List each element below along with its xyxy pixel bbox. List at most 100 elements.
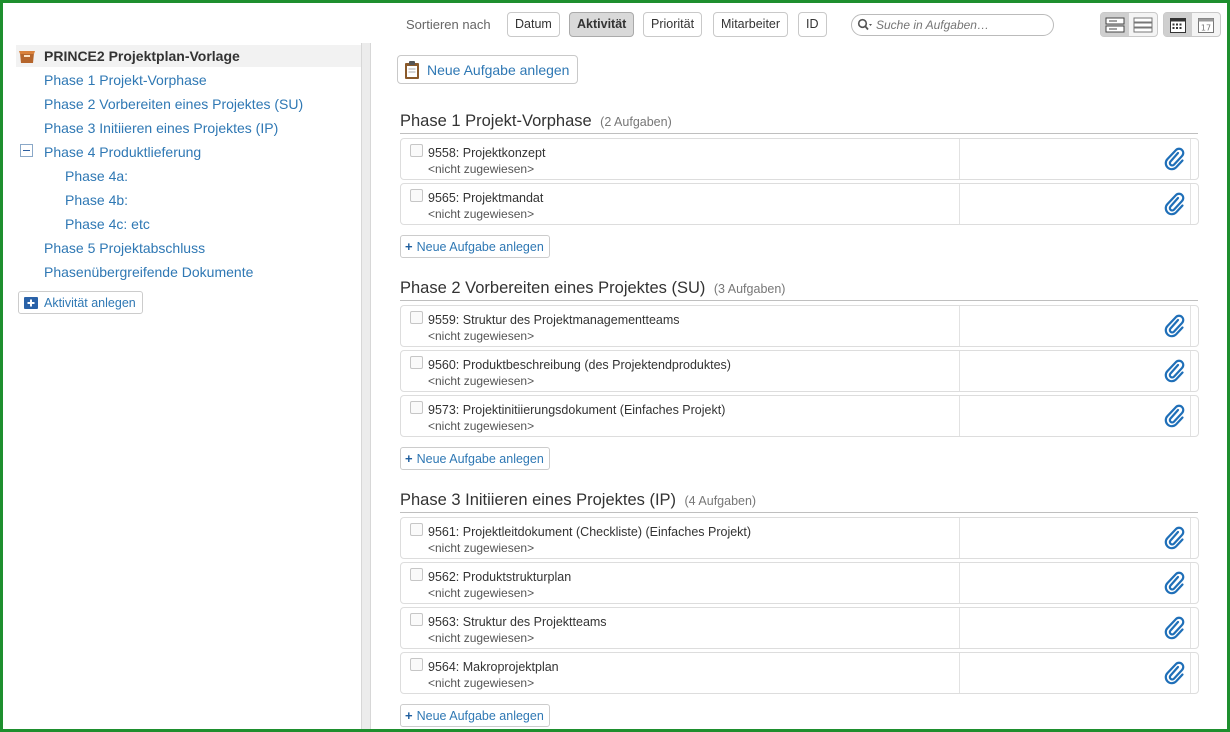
phase-task-count: (3 Aufgaben) [713,282,786,296]
add-task-button[interactable]: + Neue Aufgabe anlegen [400,704,550,727]
calendar-grid-icon [1170,17,1186,33]
add-task-button[interactable]: + Neue Aufgabe anlegen [400,235,550,258]
task-row[interactable]: 9563: Struktur des Projektteams <nicht z… [400,607,1199,649]
paperclip-icon[interactable] [1163,145,1185,171]
phase-title: Phase 1 Projekt-Vorphase [400,112,592,130]
day-view-button[interactable]: 17 [1192,13,1220,36]
calendar-day-icon: 17 [1198,17,1214,33]
task-checkbox[interactable] [410,144,423,157]
search-input[interactable] [876,17,1046,33]
sidebar-item-phase-5[interactable]: Phase 5 Projektabschluss [44,240,205,256]
search-icon [857,18,872,31]
task-row[interactable]: 9573: Projektinitiierungsdokument (Einfa… [400,395,1199,437]
toolbar: Sortieren nach Datum Aktivität Priorität… [3,3,1227,43]
task-title[interactable]: 9564: Makroprojektplan [428,660,559,674]
paperclip-icon[interactable] [1163,190,1185,216]
task-checkbox[interactable] [410,189,423,202]
list-view-button[interactable] [1129,13,1157,36]
task-assignee: <nicht zugewiesen> [428,586,535,600]
paperclip-icon[interactable] [1163,357,1185,383]
add-activity-label: Aktivität anlegen [44,295,136,310]
svg-text:17: 17 [1201,23,1211,32]
sort-datum-button[interactable]: Datum [507,12,560,37]
sidebar-item-cross-phase-docs[interactable]: Phasenübergreifende Dokumente [44,264,253,280]
task-title[interactable]: 9563: Struktur des Projektteams [428,615,607,629]
add-task-label: Neue Aufgabe anlegen [416,708,544,723]
sidebar: PRINCE2 Projektplan-Vorlage Phase 1 Proj… [3,43,361,729]
task-assignee: <nicht zugewiesen> [428,419,535,433]
sort-mitarbeiter-button[interactable]: Mitarbeiter [713,12,789,37]
sidebar-item-phase-4a[interactable]: Phase 4a: [65,168,128,184]
task-checkbox[interactable] [410,356,423,369]
task-title[interactable]: 9558: Projektkonzept [428,146,545,160]
task-title[interactable]: 9560: Produktbeschreibung (des Projekten… [428,358,731,372]
sort-label: Sortieren nach [406,17,491,32]
task-title[interactable]: 9565: Projektmandat [428,191,543,205]
task-checkbox[interactable] [410,523,423,536]
task-title[interactable]: 9561: Projektleitdokument (Checkliste) (… [428,525,751,539]
sidebar-item-phase-1[interactable]: Phase 1 Projekt-Vorphase [44,72,207,88]
new-task-button[interactable]: Neue Aufgabe anlegen [397,55,579,84]
task-assignee: <nicht zugewiesen> [428,329,535,343]
task-row[interactable]: 9558: Projektkonzept <nicht zugewiesen> [400,138,1199,180]
task-row[interactable]: 9560: Produktbeschreibung (des Projekten… [400,350,1199,392]
clipboard-icon [405,60,419,79]
search-box[interactable] [851,14,1054,36]
phase-task-count: (4 Aufgaben) [684,494,757,508]
phase-heading: Phase 2 Vorbereiten eines Projektes (SU)… [400,279,1198,301]
tree-view-icon [1105,17,1125,32]
add-task-button[interactable]: + Neue Aufgabe anlegen [400,447,550,470]
task-title[interactable]: 9562: Produktstrukturplan [428,570,571,584]
paperclip-icon[interactable] [1163,614,1185,640]
task-checkbox[interactable] [410,311,423,324]
sidebar-item-phase-3[interactable]: Phase 3 Initiieren eines Projektes (IP) [44,120,278,136]
task-assignee: <nicht zugewiesen> [428,676,535,690]
project-root[interactable]: PRINCE2 Projektplan-Vorlage [16,45,361,67]
task-row[interactable]: 9562: Produktstrukturplan <nicht zugewie… [400,562,1199,604]
sort-prioritaet-button[interactable]: Priorität [643,12,703,37]
plus-icon: + [405,239,413,254]
sidebar-item-phase-4c[interactable]: Phase 4c: etc [65,216,150,232]
task-checkbox[interactable] [410,613,423,626]
task-assignee: <nicht zugewiesen> [428,207,535,221]
task-assignee: <nicht zugewiesen> [428,541,535,555]
main-content: Neue Aufgabe anlegen Phase 1 Projekt-Vor… [371,43,1227,729]
phase-heading: Phase 3 Initiieren eines Projektes (IP) … [400,491,1198,513]
sort-aktivitaet-button[interactable]: Aktivität [569,12,635,37]
task-row[interactable]: 9564: Makroprojektplan <nicht zugewiesen… [400,652,1199,694]
add-activity-button[interactable]: Aktivität anlegen [18,291,143,314]
task-row[interactable]: 9565: Projektmandat <nicht zugewiesen> [400,183,1199,225]
paperclip-icon[interactable] [1163,312,1185,338]
calendar-view-group: 17 [1163,12,1221,37]
paperclip-icon[interactable] [1163,524,1185,550]
plus-icon: + [405,451,413,466]
task-title[interactable]: 9559: Struktur des Projektmanagementteam… [428,313,680,327]
collapse-phase-4-toggle[interactable] [20,144,33,157]
task-checkbox[interactable] [410,658,423,671]
project-root-label: PRINCE2 Projektplan-Vorlage [44,48,240,64]
task-assignee: <nicht zugewiesen> [428,631,535,645]
add-task-label: Neue Aufgabe anlegen [416,451,544,466]
paperclip-icon[interactable] [1163,659,1185,685]
sidebar-item-phase-4[interactable]: Phase 4 Produktlieferung [44,144,201,160]
list-view-icon [1133,17,1153,32]
add-folder-icon [24,296,38,309]
phase-heading: Phase 1 Projekt-Vorphase (2 Aufgaben) [400,112,1198,134]
task-title[interactable]: 9573: Projektinitiierungsdokument (Einfa… [428,403,725,417]
list-view-group [1100,12,1158,37]
month-view-button[interactable] [1164,13,1192,36]
pane-splitter[interactable] [361,43,371,729]
sidebar-item-phase-4b[interactable]: Phase 4b: [65,192,128,208]
task-checkbox[interactable] [410,568,423,581]
task-row[interactable]: 9561: Projektleitdokument (Checkliste) (… [400,517,1199,559]
phase-title: Phase 2 Vorbereiten eines Projektes (SU) [400,279,706,297]
task-checkbox[interactable] [410,401,423,414]
tree-view-button[interactable] [1101,13,1129,36]
paperclip-icon[interactable] [1163,402,1185,428]
sidebar-item-phase-2[interactable]: Phase 2 Vorbereiten eines Projektes (SU) [44,96,303,112]
task-row[interactable]: 9559: Struktur des Projektmanagementteam… [400,305,1199,347]
project-box-icon [19,51,35,63]
paperclip-icon[interactable] [1163,569,1185,595]
sort-id-button[interactable]: ID [798,12,827,37]
plus-icon: + [405,708,413,723]
